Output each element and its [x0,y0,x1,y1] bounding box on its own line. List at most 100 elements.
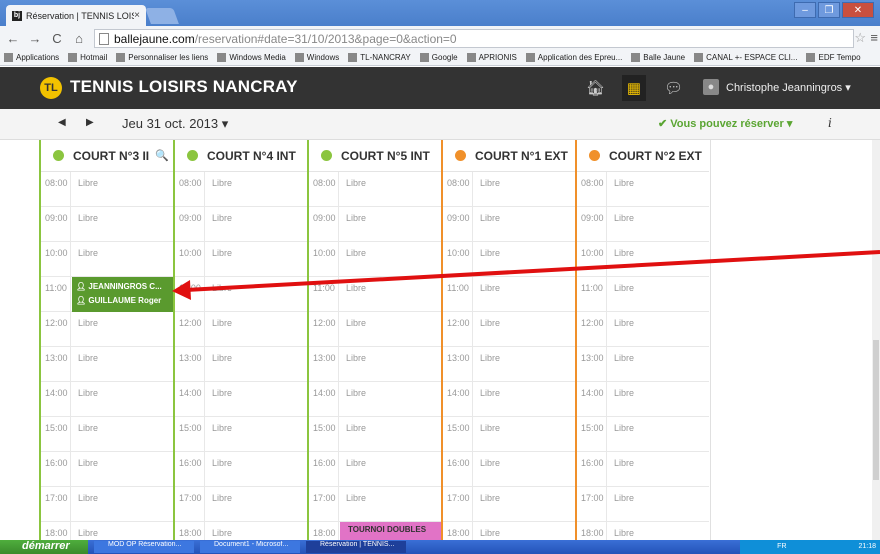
reservation-block[interactable]: 👤︎ JEANNINGROS C... 👤︎ GUILLAUME Roger [72,277,175,312]
time-slot[interactable]: 16:00 Libre [577,452,709,487]
time-slot[interactable]: 08:00 Libre [577,172,709,207]
time-slot[interactable]: 17:00 Libre [309,487,441,522]
tournament-block[interactable]: TOURNOI DOUBLES [340,522,443,542]
court-header[interactable]: COURT N°5 INT [309,140,441,172]
time-slot[interactable]: 15:00 Libre [309,417,441,452]
time-slot[interactable]: 17:00 Libre [443,487,575,522]
time-slot[interactable]: 10:00 Libre [577,242,709,277]
close-window-button[interactable]: ✕ [842,2,874,18]
court-header[interactable]: COURT N°4 INT [175,140,307,172]
time-slot[interactable]: 09:00 Libre [577,207,709,242]
bookmark-item[interactable]: Windows [294,53,339,62]
time-slot[interactable]: 10:00 Libre [309,242,441,277]
time-slot[interactable]: 16:00 Libre [41,452,173,487]
time-slot[interactable]: 11:00 Libre [175,277,307,312]
time-slot[interactable]: 11:00 Libre [443,277,575,312]
chat-icon[interactable]: 💬︎ [664,79,683,97]
time-slot[interactable]: 09:00 Libre [309,207,441,242]
bookmark-item[interactable]: APRIONIS [466,53,517,62]
url-field[interactable]: ballejaune.com /reservation#date=31/10/2… [94,29,854,48]
time-slot[interactable]: 13:00 Libre [41,347,173,382]
time-slot[interactable]: 14:00 Libre [577,382,709,417]
time-slot[interactable]: 08:00 Libre [41,172,173,207]
time-slot[interactable]: 14:00 Libre [309,382,441,417]
taskbar-item[interactable]: Document1 - Microsof... [200,541,300,553]
bookmark-item[interactable]: Applications [4,53,59,62]
language-indicator[interactable]: FR [777,543,786,550]
time-slot[interactable]: 10:00 Libre [443,242,575,277]
time-slot[interactable]: 15:00 Libre [577,417,709,452]
bookmark-item[interactable]: Hotmail [68,53,107,62]
next-day-button[interactable]: ▶ [86,117,94,128]
forward-icon[interactable]: → [28,31,42,46]
new-tab-button[interactable] [145,8,179,24]
time-slot[interactable]: 14:00 Libre [41,382,173,417]
bookmark-item[interactable]: Personnaliser les liens [116,53,208,62]
time-slot[interactable]: 12:00 Libre [41,312,173,347]
reserve-status-dropdown[interactable]: ✔ Vous pouvez réserver ▾ [658,117,792,130]
court-header[interactable]: COURT N°2 EXT [577,140,709,172]
time-slot[interactable]: 17:00 Libre [175,487,307,522]
calendar-icon[interactable]: ▦ [622,75,646,101]
time-slot[interactable]: 11:00 👤︎ JEANNINGROS C... 👤︎ GUILLAUME Rog… [41,277,175,312]
time-slot[interactable]: 16:00 Libre [309,452,441,487]
time-slot[interactable]: 08:00 Libre [175,172,307,207]
club-logo[interactable]: TL [40,77,62,99]
prev-day-button[interactable]: ◀ [58,117,66,128]
time-slot[interactable]: 13:00 Libre [443,347,575,382]
bookmark-item[interactable]: Windows Media [217,53,286,62]
browser-menu-icon[interactable]: ≡ [870,30,878,45]
time-slot[interactable]: 11:00 Libre [309,277,441,312]
time-slot[interactable]: 09:00 Libre [175,207,307,242]
time-slot[interactable]: 12:00 Libre [309,312,441,347]
start-button[interactable]: démarrer [0,540,88,554]
reload-icon[interactable]: C [50,31,64,46]
time-slot[interactable]: 13:00 Libre [309,347,441,382]
time-slot[interactable]: 14:00 Libre [443,382,575,417]
time-slot[interactable]: 08:00 Libre [309,172,441,207]
minimize-button[interactable]: – [794,2,816,18]
zoom-icon[interactable]: 🔍 [155,149,169,162]
taskbar-item-active[interactable]: Réservation | TENNIS... [306,541,406,553]
bookmark-item[interactable]: CANAL +- ESPACE CLI... [694,53,797,62]
time-slot[interactable]: 09:00 Libre [443,207,575,242]
browser-tab[interactable]: bj Réservation | TENNIS LOISIR × [6,5,146,26]
time-slot[interactable]: 10:00 Libre [175,242,307,277]
tab-close-icon[interactable]: × [134,10,140,21]
home-icon[interactable]: ⌂ [72,31,86,46]
court-header[interactable]: COURT N°3 II 🔍 [41,140,173,172]
time-slot[interactable]: 11:00 Libre [577,277,709,312]
time-slot[interactable]: 16:00 Libre [175,452,307,487]
bookmark-item[interactable]: EDF Tempo [806,53,861,62]
maximize-button[interactable]: ❐ [818,2,840,18]
info-icon[interactable]: i [828,116,832,130]
time-slot[interactable]: 10:00 Libre [41,242,173,277]
home-icon[interactable]: 🏠︎ [586,79,605,97]
avatar[interactable]: ● [703,79,719,95]
bookmark-item[interactable]: Google [419,53,458,62]
time-slot[interactable]: 16:00 Libre [443,452,575,487]
time-slot[interactable]: 15:00 Libre [41,417,173,452]
back-icon[interactable]: ← [6,31,20,46]
time-slot[interactable]: 12:00 Libre [175,312,307,347]
bookmark-star-icon[interactable]: ☆ [854,30,866,46]
time-slot[interactable]: 08:00 Libre [443,172,575,207]
bookmark-item[interactable]: TL-NANCRAY [348,53,411,62]
user-menu[interactable]: Christophe Jeanningros ▾ [726,81,851,94]
time-slot[interactable]: 14:00 Libre [175,382,307,417]
date-selector[interactable]: Jeu 31 oct. 2013 ▾ [122,116,228,132]
time-slot[interactable]: 13:00 Libre [577,347,709,382]
taskbar-item[interactable]: MOD OP Réservation... [94,541,194,553]
scrollbar-thumb[interactable] [873,340,879,480]
time-slot[interactable]: 13:00 Libre [175,347,307,382]
time-slot[interactable]: 12:00 Libre [443,312,575,347]
bookmark-item[interactable]: Balle Jaune [631,53,685,62]
time-slot[interactable]: 09:00 Libre [41,207,173,242]
court-header[interactable]: COURT N°1 EXT [443,140,575,172]
bookmark-item[interactable]: Application des Epreu... [525,53,622,62]
time-slot[interactable]: 15:00 Libre [175,417,307,452]
time-slot[interactable]: 12:00 Libre [577,312,709,347]
time-slot[interactable]: 17:00 Libre [577,487,709,522]
club-name[interactable]: TENNIS LOISIRS NANCRAY [70,77,298,97]
page-scrollbar[interactable] [872,140,880,540]
